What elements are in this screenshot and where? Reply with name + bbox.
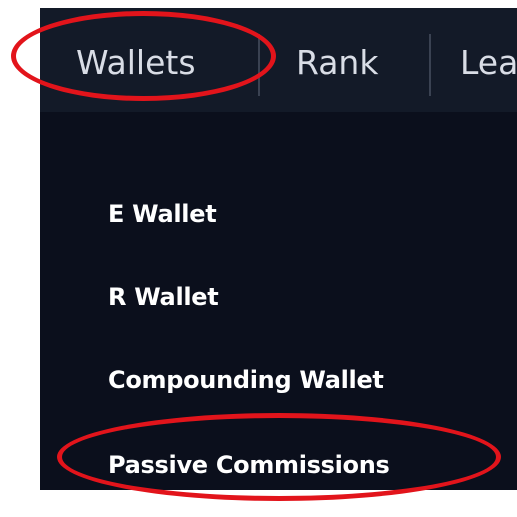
menu-item-r-wallet[interactable]: R Wallet [108, 283, 219, 311]
nav-divider [429, 34, 431, 96]
wallets-dropdown-menu: E Wallet R Wallet Compounding Wallet Pas… [40, 112, 517, 490]
screenshot-frame: Wallets Rank Lea E Wallet R Wallet Compo… [0, 0, 517, 517]
menu-item-e-wallet[interactable]: E Wallet [108, 200, 217, 228]
nav-item-leaderboard[interactable]: Lea [460, 38, 517, 88]
nav-item-wallets[interactable]: Wallets [76, 38, 196, 88]
app-window: Wallets Rank Lea E Wallet R Wallet Compo… [40, 8, 517, 490]
nav-divider [258, 34, 260, 96]
menu-item-compounding-wallet[interactable]: Compounding Wallet [108, 366, 384, 394]
menu-item-passive-commissions[interactable]: Passive Commissions [108, 451, 390, 479]
top-navbar: Wallets Rank Lea [40, 8, 517, 112]
nav-item-rank[interactable]: Rank [296, 38, 378, 88]
